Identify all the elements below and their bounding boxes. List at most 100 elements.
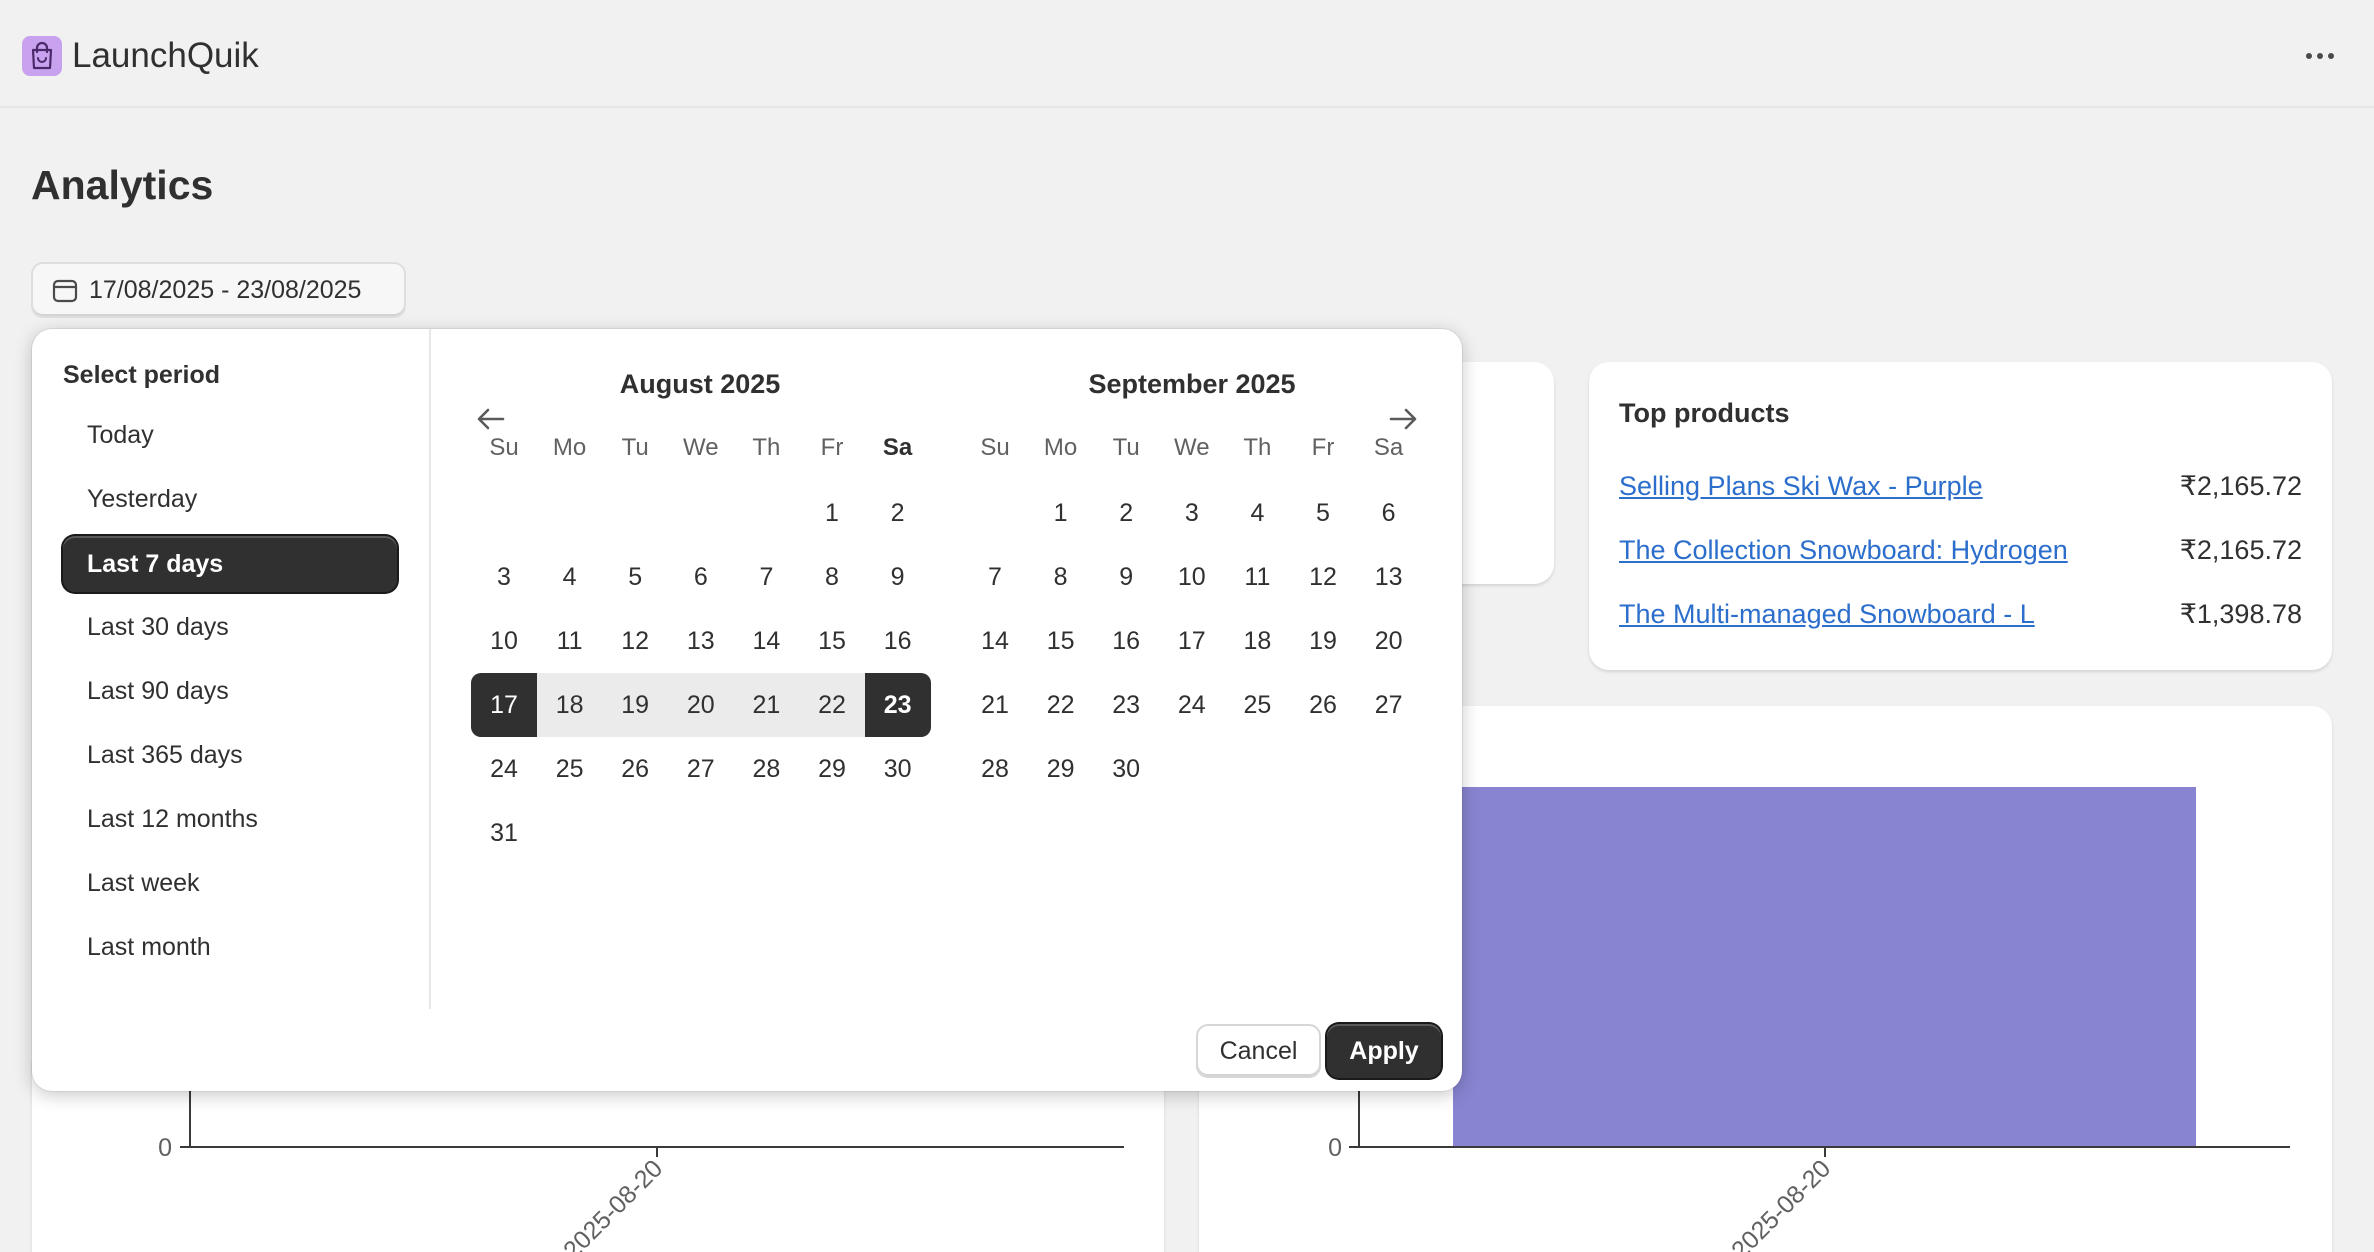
calendar-day[interactable]: 4 (537, 545, 603, 609)
calendar-day[interactable]: 26 (602, 737, 668, 801)
period-list: Select period Today Yesterday Last 7 day… (32, 329, 431, 1009)
period-option[interactable]: Last 90 days (63, 663, 397, 719)
period-option[interactable]: Last 365 days (63, 727, 397, 783)
calendar-day-range-end[interactable]: 23 (864, 673, 931, 737)
period-title: Select period (63, 361, 220, 389)
calendar-day[interactable]: 22 (1028, 673, 1094, 737)
period-option[interactable]: Yesterday (63, 471, 397, 527)
calendar-day[interactable]: 6 (1356, 481, 1422, 545)
calendar-day[interactable]: 26 (1290, 673, 1356, 737)
x-axis-tick-label: 2025-08-20 (1726, 1154, 1836, 1252)
calendar-day[interactable]: 14 (962, 609, 1028, 673)
calendar-day[interactable]: 14 (733, 609, 799, 673)
calendar-day[interactable]: 24 (471, 737, 537, 801)
product-link[interactable]: Selling Plans Ski Wax - Purple (1619, 471, 1983, 502)
calendar-day[interactable]: 13 (668, 609, 734, 673)
calendar-day[interactable]: 28 (962, 737, 1028, 801)
calendar-day[interactable]: 3 (1159, 481, 1225, 545)
calendar-day[interactable]: 29 (799, 737, 865, 801)
product-value: ₹1,398.78 (2179, 598, 2302, 629)
calendar-day[interactable]: 18 (1224, 609, 1290, 673)
calendar-day[interactable]: 13 (1356, 545, 1422, 609)
calendar-day[interactable]: 27 (1356, 673, 1422, 737)
calendar-day[interactable]: 6 (668, 545, 734, 609)
calendar-day[interactable]: 9 (865, 545, 931, 609)
period-option[interactable]: Last week (63, 855, 397, 911)
page-title: Analytics (31, 162, 214, 208)
calendar-day-in-range[interactable]: 20 (667, 673, 734, 737)
calendar-day[interactable]: 21 (962, 673, 1028, 737)
calendar-day[interactable]: 28 (733, 737, 799, 801)
weekday-label: Fr (1311, 434, 1335, 461)
calendar-day[interactable]: 9 (1093, 545, 1159, 609)
calendar-day[interactable]: 16 (1093, 609, 1159, 673)
calendar-day[interactable]: 29 (1028, 737, 1094, 801)
product-link[interactable]: The Collection Snowboard: Hydrogen (1619, 535, 2068, 566)
top-products-title: Top products (1619, 398, 1790, 428)
calendar-day-in-range[interactable]: 22 (799, 673, 865, 737)
calendar-day[interactable]: 5 (602, 545, 668, 609)
calendar-day[interactable]: 17 (1159, 609, 1225, 673)
previous-month-button[interactable] (473, 401, 509, 437)
calendar-day[interactable]: 1 (799, 481, 865, 545)
calendar-day[interactable]: 5 (1290, 481, 1356, 545)
calendar-day-in-range[interactable]: 18 (536, 673, 603, 737)
calendar-day[interactable]: 24 (1159, 673, 1225, 737)
calendar-day[interactable]: 31 (471, 801, 537, 865)
calendar-day[interactable]: 15 (1028, 609, 1094, 673)
calendar-day[interactable]: 19 (1290, 609, 1356, 673)
weekday-label: We (1174, 434, 1210, 461)
calendar-day[interactable]: 3 (471, 545, 537, 609)
calendar-day-in-range[interactable]: 19 (602, 673, 669, 737)
weekday-label: Mo (552, 434, 587, 461)
product-value: ₹2,165.72 (2179, 534, 2302, 565)
calendar-day[interactable]: 1 (1028, 481, 1094, 545)
period-option[interactable]: Last month (63, 919, 397, 975)
calendar-day[interactable]: 20 (1356, 609, 1422, 673)
calendar-day-in-range[interactable]: 21 (733, 673, 800, 737)
calendar-day[interactable]: 2 (865, 481, 931, 545)
date-range-button[interactable]: 17/08/2025 - 23/08/2025 (31, 262, 406, 318)
calendar-day[interactable]: 2 (1093, 481, 1159, 545)
calendar-day[interactable]: 23 (1093, 673, 1159, 737)
app-name: LaunchQuik (72, 36, 259, 75)
calendar-day[interactable]: 30 (865, 737, 931, 801)
product-row: The Collection Snowboard: Hydrogen ₹2,16… (1619, 530, 2302, 570)
period-option-selected[interactable]: Last 7 days (63, 536, 397, 592)
calendar-day[interactable]: 7 (962, 545, 1028, 609)
weekday-label: Sa (1373, 434, 1404, 461)
calendar-day[interactable]: 25 (1224, 673, 1290, 737)
calendar-day-range-start[interactable]: 17 (471, 673, 537, 737)
calendar-day[interactable]: 11 (1224, 545, 1290, 609)
calendar-day[interactable]: 15 (799, 609, 865, 673)
weekday-label: We (683, 434, 719, 461)
calendar-day[interactable]: 12 (602, 609, 668, 673)
calendar-day[interactable]: 10 (471, 609, 537, 673)
calendar-day[interactable]: 8 (1028, 545, 1094, 609)
weekday-label: Th (752, 434, 781, 461)
top-bar: LaunchQuik (0, 0, 2374, 108)
next-month-button[interactable] (1385, 401, 1421, 437)
calendar-day[interactable]: 7 (733, 545, 799, 609)
weekday-label: Fr (820, 434, 844, 461)
calendar-day[interactable]: 25 (537, 737, 603, 801)
apply-button[interactable]: Apply (1327, 1024, 1441, 1078)
weekday-label: Tu (621, 434, 649, 461)
calendar-day[interactable]: 4 (1224, 481, 1290, 545)
period-option[interactable]: Today (63, 407, 397, 463)
calendar-day[interactable]: 16 (865, 609, 931, 673)
calendar-day[interactable]: 27 (668, 737, 734, 801)
period-option[interactable]: Last 30 days (63, 599, 397, 655)
calendar-day[interactable]: 11 (537, 609, 603, 673)
calendar-day[interactable]: 12 (1290, 545, 1356, 609)
weekday-label: Mo (1043, 434, 1078, 461)
shopping-bag-icon (22, 36, 62, 76)
calendar-day[interactable]: 30 (1093, 737, 1159, 801)
more-options-button[interactable] (2300, 38, 2340, 74)
calendar-day[interactable]: 10 (1159, 545, 1225, 609)
product-link[interactable]: The Multi-managed Snowboard - L (1619, 599, 2035, 630)
y-axis-zero-label: 0 (1328, 1134, 1342, 1162)
cancel-button[interactable]: Cancel (1196, 1024, 1321, 1078)
period-option[interactable]: Last 12 months (63, 791, 397, 847)
calendar-day[interactable]: 8 (799, 545, 865, 609)
